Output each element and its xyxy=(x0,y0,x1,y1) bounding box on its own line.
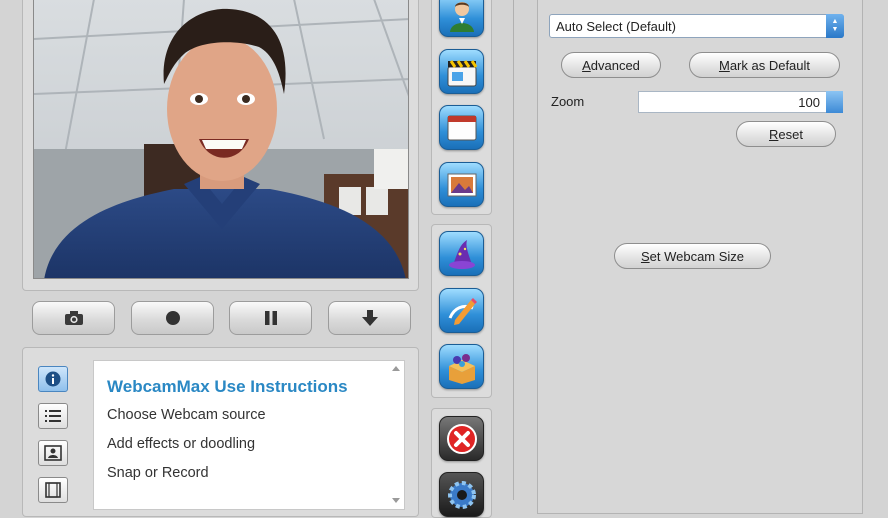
advanced-label: dvanced xyxy=(590,57,640,73)
mark-as-default-label: ark as Default xyxy=(729,57,811,73)
instruction-line: Choose Webcam source xyxy=(107,407,266,423)
panel-divider xyxy=(513,0,514,500)
wizard-hat-icon xyxy=(448,239,475,269)
close-button[interactable] xyxy=(439,416,484,461)
advanced-button[interactable]: Advanced xyxy=(561,52,661,78)
picture-button[interactable] xyxy=(439,162,484,207)
gear-icon xyxy=(447,480,476,509)
tab-film[interactable] xyxy=(38,477,68,503)
scroll-down-icon[interactable] xyxy=(392,498,400,503)
effects-box-icon xyxy=(448,353,475,384)
download-icon xyxy=(361,310,378,326)
zoom-label: Zoom xyxy=(551,94,585,109)
instruction-line: Snap or Record xyxy=(107,465,209,481)
download-button[interactable] xyxy=(328,301,411,335)
webcam-preview xyxy=(33,0,409,279)
record-button[interactable] xyxy=(131,301,214,335)
instructions-scrollbar[interactable] xyxy=(389,362,403,508)
mark-as-default-button[interactable]: Mark as Default xyxy=(689,52,840,78)
instruction-line: Add effects or doodling xyxy=(107,436,256,452)
tab-portrait[interactable] xyxy=(38,440,68,466)
zoom-input[interactable]: 100 xyxy=(638,91,843,113)
set-webcam-size-label: et Webcam Size xyxy=(649,248,745,264)
window-button[interactable] xyxy=(439,105,484,150)
close-icon xyxy=(446,423,477,454)
pause-icon xyxy=(264,311,277,325)
tab-info[interactable] xyxy=(38,366,68,392)
scroll-up-icon[interactable] xyxy=(392,366,400,371)
info-icon xyxy=(45,371,61,387)
doodle-button[interactable] xyxy=(439,288,484,333)
video-button[interactable] xyxy=(439,49,484,94)
clapperboard-icon xyxy=(447,59,477,86)
select-arrows-icon[interactable]: ▲ ▼ xyxy=(826,14,844,38)
magic-button[interactable] xyxy=(439,231,484,276)
zoom-spinner[interactable] xyxy=(826,91,843,113)
reset-button[interactable]: Reset xyxy=(736,121,836,147)
camera-icon xyxy=(64,311,83,325)
portrait-icon xyxy=(44,445,62,461)
doodle-pencil-icon xyxy=(448,297,477,325)
film-icon xyxy=(45,482,61,498)
webcam-source-select[interactable]: Auto Select (Default) ▲ ▼ xyxy=(549,14,844,38)
webcam-source-button[interactable] xyxy=(439,0,484,37)
record-icon xyxy=(165,311,180,325)
reset-label: eset xyxy=(778,126,803,142)
webcam-source-value: Auto Select (Default) xyxy=(556,18,676,34)
window-icon xyxy=(447,115,476,140)
instructions-title: WebcamMax Use Instructions xyxy=(107,377,348,396)
zoom-value: 100 xyxy=(798,94,820,110)
tab-list[interactable] xyxy=(38,403,68,429)
snapshot-button[interactable] xyxy=(32,301,115,335)
webcam-person-image xyxy=(34,0,408,278)
effects-button[interactable] xyxy=(439,344,484,389)
settings-button[interactable] xyxy=(439,472,484,517)
pause-button[interactable] xyxy=(229,301,312,335)
webcam-user-icon xyxy=(449,1,474,32)
list-icon xyxy=(45,410,61,422)
picture-icon xyxy=(447,173,476,196)
set-webcam-size-button[interactable]: Set Webcam Size xyxy=(614,243,771,269)
